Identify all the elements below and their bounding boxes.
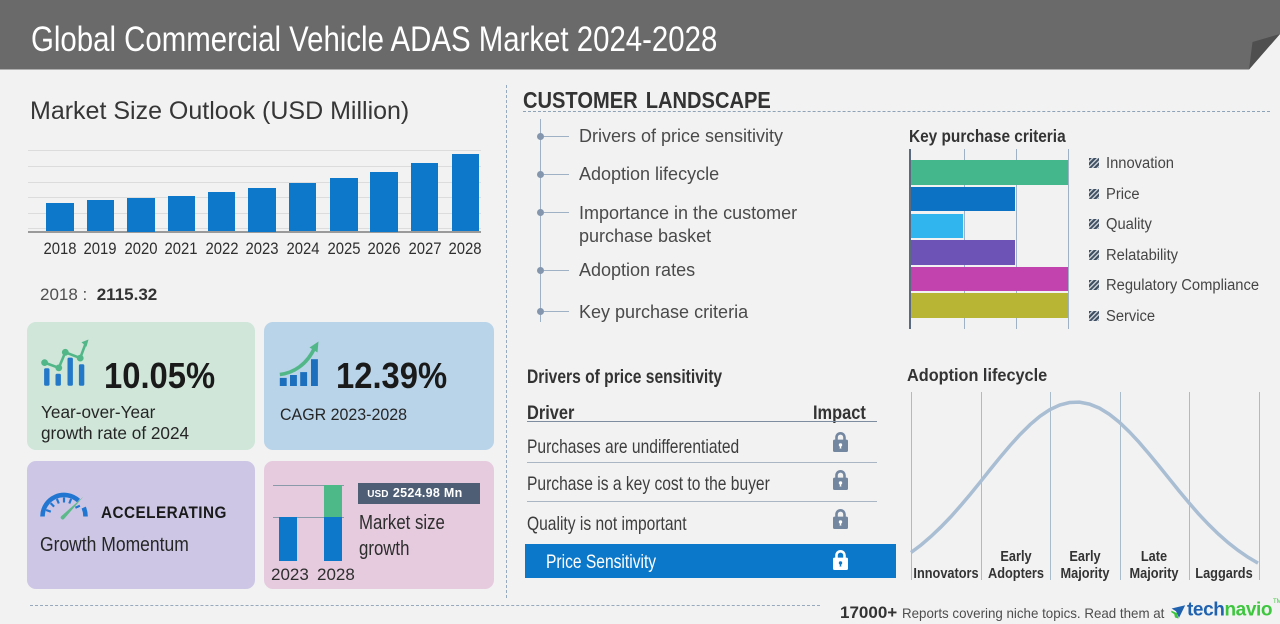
svg-text:technavio: technavio [1187,600,1272,621]
svg-text:TM: TM [1273,599,1280,605]
